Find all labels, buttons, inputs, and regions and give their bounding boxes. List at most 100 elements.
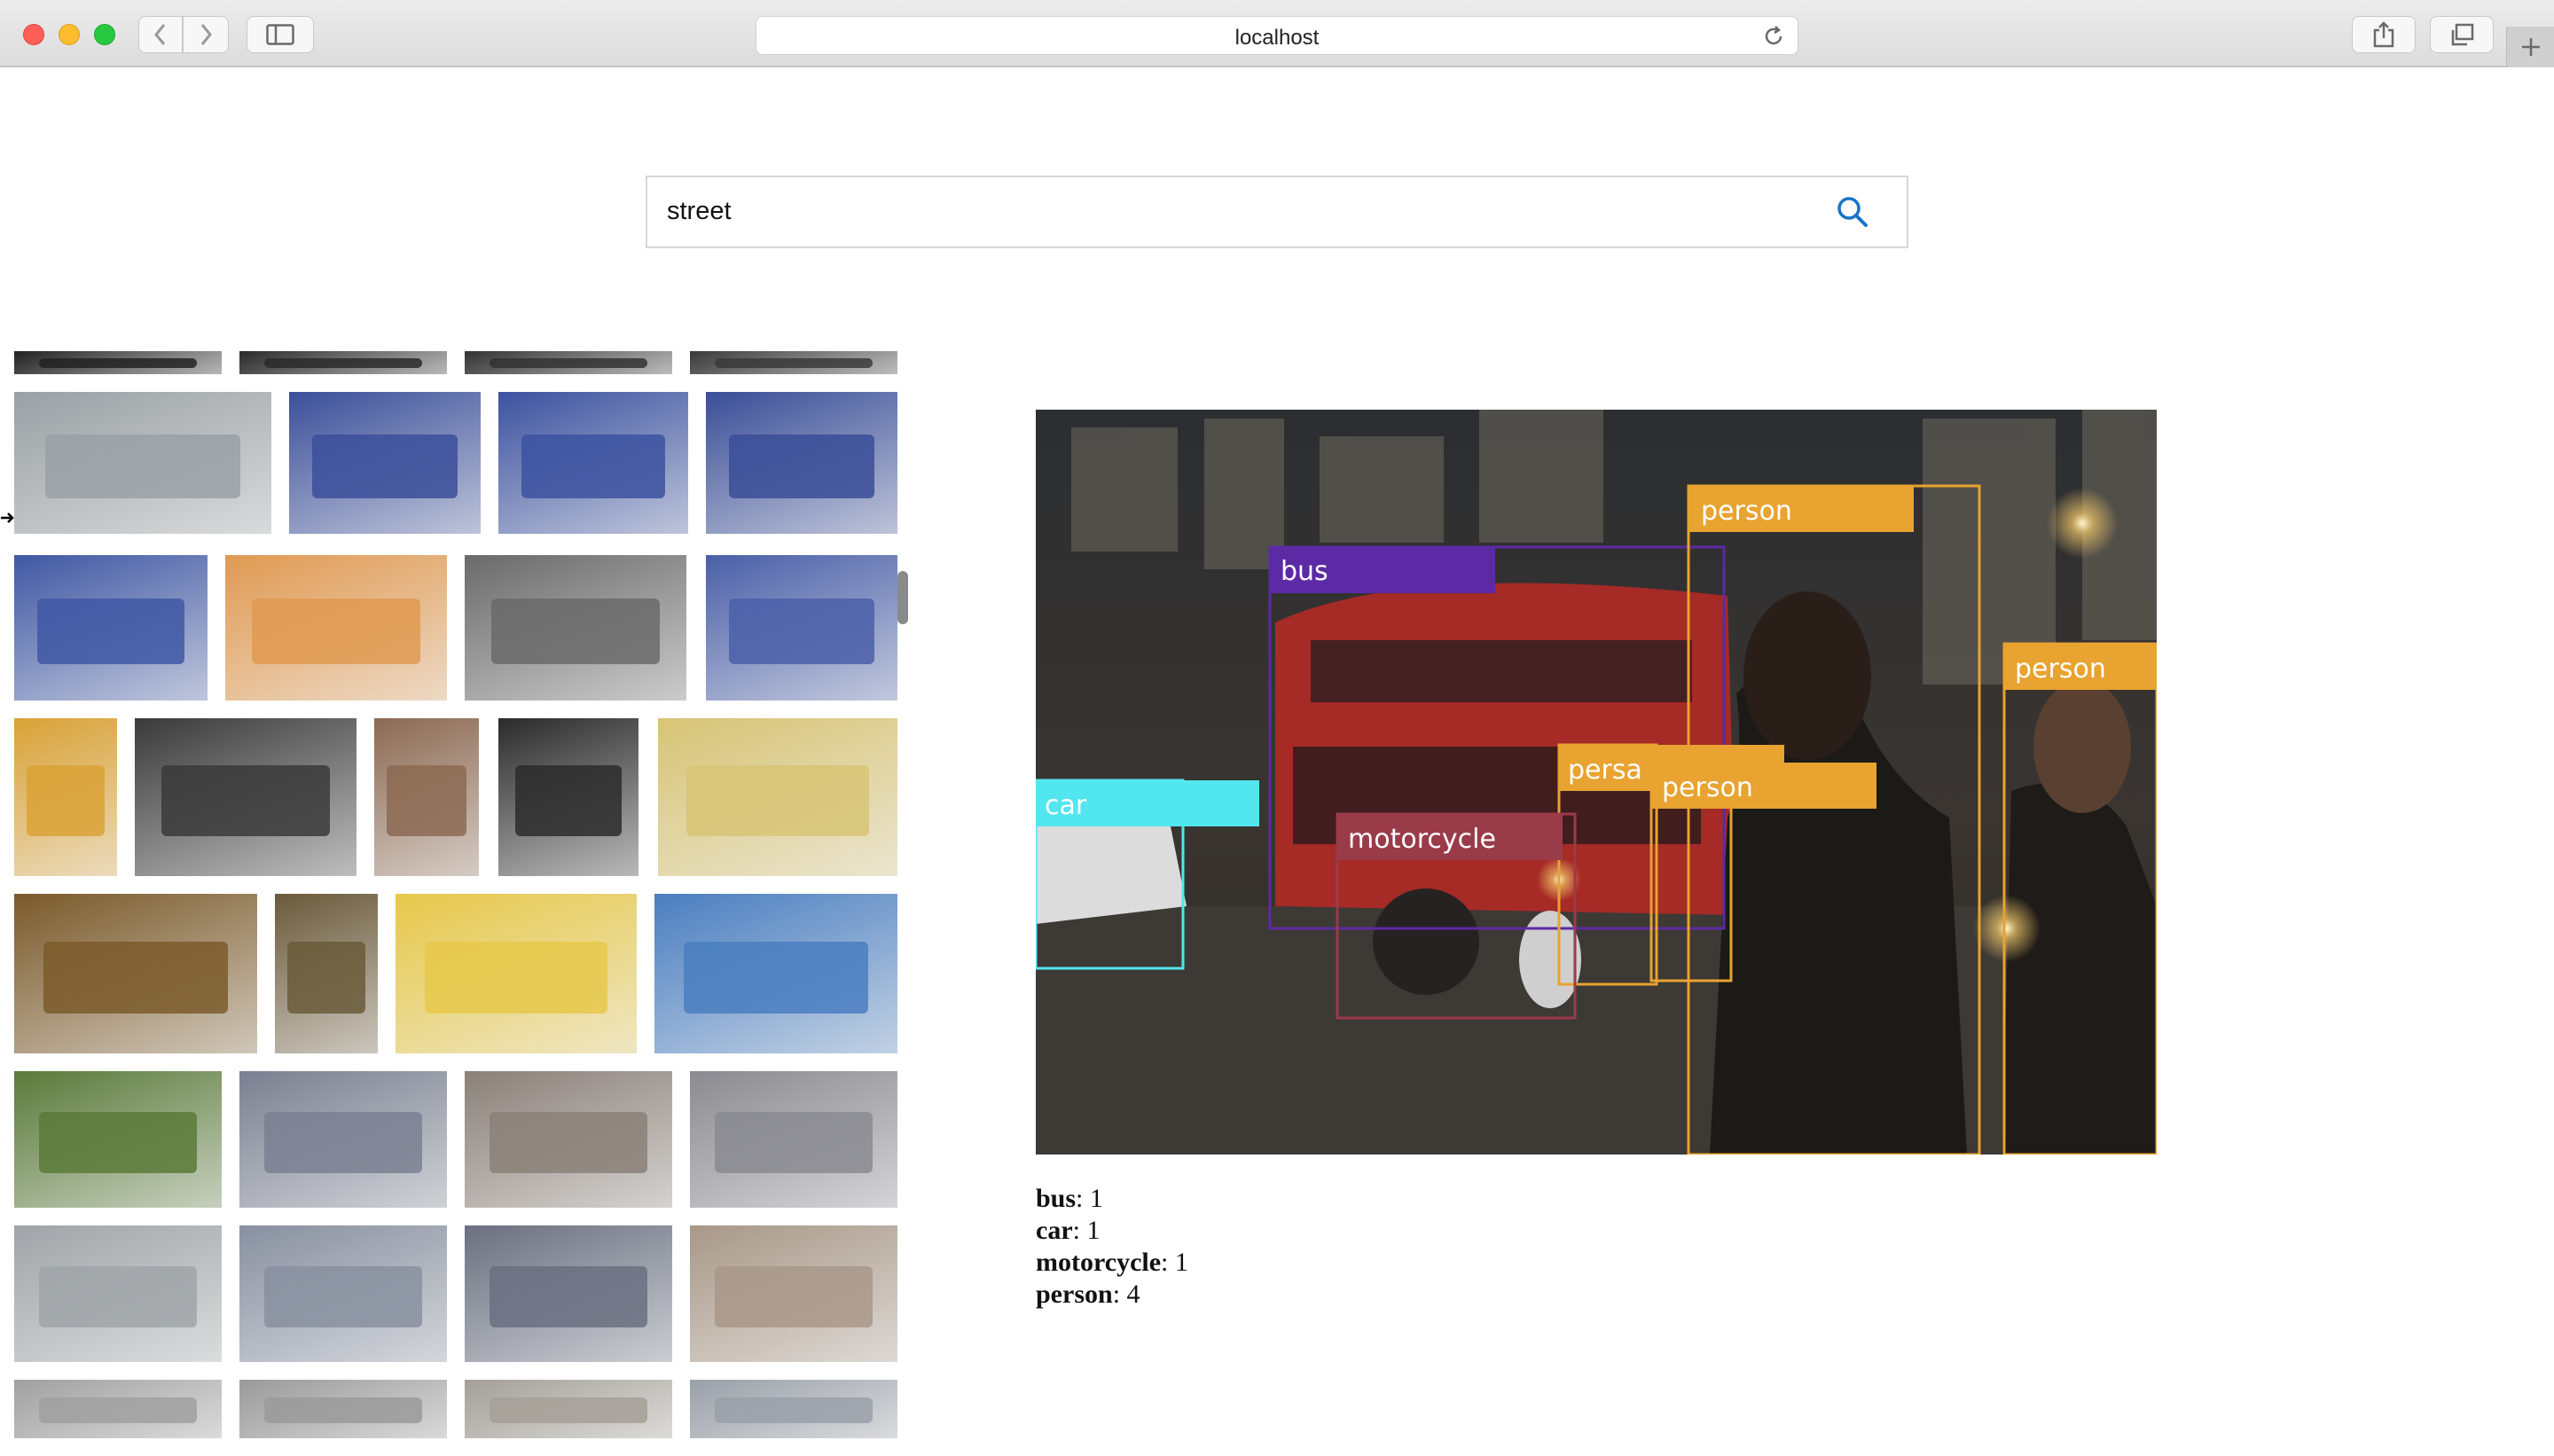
- gallery-thumbnail-cafe-interior[interactable]: [14, 894, 257, 1053]
- detection-label: motorcycle: [1348, 824, 1496, 855]
- thumbnail-subject: [44, 434, 241, 498]
- zoom-window-button[interactable]: [94, 24, 115, 45]
- gallery-thumbnail-road-sign-bus[interactable]: [14, 392, 271, 534]
- gallery-thumbnail-dark-street[interactable]: [14, 351, 222, 374]
- gallery-thumbnail-corner-building[interactable]: [374, 718, 479, 876]
- thumbnail-subject: [728, 434, 875, 498]
- gallery-thumbnail-gallery-arcade[interactable]: [275, 894, 378, 1053]
- close-window-button[interactable]: [23, 24, 44, 45]
- thumbnail-subject: [715, 1112, 873, 1174]
- count-row: car: 1: [1036, 1215, 1188, 1247]
- count-label: person: [1036, 1280, 1113, 1309]
- search-box: [646, 176, 1908, 248]
- gallery-thumbnail-bus-row[interactable]: [239, 1380, 447, 1438]
- gallery-thumbnail-bus-building[interactable]: [690, 1225, 897, 1362]
- detection-label: person: [1701, 496, 1792, 527]
- count-row: motorcycle: 1: [1036, 1247, 1188, 1279]
- person-head: [1743, 591, 1871, 760]
- thumbnail-subject: [264, 1266, 422, 1328]
- thumbnail-subject: [728, 599, 875, 664]
- detection-label: person: [1662, 772, 1753, 803]
- gallery-thumbnail-bus-row[interactable]: [690, 1380, 897, 1438]
- thumbnail-subject: [686, 765, 869, 837]
- search-input[interactable]: [667, 193, 1820, 229]
- address-bar[interactable]: localhost: [756, 16, 1798, 55]
- detection-label: car: [1045, 790, 1087, 821]
- gallery-thumbnail-double-decker[interactable]: [239, 1071, 447, 1208]
- minimize-window-button[interactable]: [59, 24, 80, 45]
- chevron-right-icon: [200, 24, 212, 45]
- thumbnail-subject: [264, 357, 422, 369]
- gallery-thumbnail-yellow-tram[interactable]: [658, 718, 897, 876]
- gallery-thumbnail-poster[interactable]: [498, 718, 638, 876]
- share-button[interactable]: [2352, 16, 2416, 53]
- scooter: [1519, 911, 1581, 1008]
- gallery-thumbnail-temple-gate[interactable]: [14, 1071, 222, 1208]
- thumbnail-subject: [39, 1112, 197, 1174]
- thumbnail-subject: [683, 942, 869, 1014]
- gallery-thumbnail-blue-bus[interactable]: [289, 392, 481, 534]
- thumbnail-subject: [311, 434, 458, 498]
- gallery-thumbnail-blue-bus[interactable]: [498, 392, 688, 534]
- count-separator: :: [1112, 1280, 1127, 1309]
- street-light: [2047, 488, 2118, 559]
- reload-icon[interactable]: [1762, 25, 1785, 48]
- thumbnail-subject: [264, 1112, 422, 1174]
- thumbnail-subject: [43, 942, 229, 1014]
- show-tabs-button[interactable]: [2430, 16, 2494, 53]
- count-value: 1: [1086, 1216, 1101, 1245]
- gallery-thumbnail-tunnel-people[interactable]: [135, 718, 356, 876]
- gallery-thumbnail-bus-row[interactable]: [14, 1380, 222, 1438]
- gallery-thumbnail-double-decker[interactable]: [239, 1225, 447, 1362]
- thumbnail-subject: [514, 765, 623, 837]
- count-label: motorcycle: [1036, 1248, 1162, 1277]
- count-row: person: 4: [1036, 1279, 1188, 1311]
- gallery-scrollbar[interactable]: [897, 571, 908, 624]
- tabs-icon: [2451, 23, 2474, 46]
- scooter: [1373, 888, 1479, 995]
- sidebar-toggle-button[interactable]: [247, 16, 314, 53]
- gallery-thumbnail-yellow-tram-window[interactable]: [396, 894, 637, 1053]
- gallery-thumbnail-mailboxes[interactable]: [225, 555, 447, 701]
- new-tab-button[interactable]: [2506, 27, 2554, 67]
- gallery-thumbnail-coach[interactable]: [465, 1071, 672, 1208]
- thumbnail-subject: [490, 357, 647, 369]
- thumbnail-subject: [491, 599, 660, 664]
- gallery-thumbnail-dark-street[interactable]: [690, 351, 897, 374]
- plus-icon: [2522, 38, 2540, 56]
- thumbnail-subject: [715, 1266, 873, 1328]
- gallery-thumbnail-dark-street[interactable]: [239, 351, 447, 374]
- gallery-thumbnail-plaza-people[interactable]: [654, 894, 897, 1053]
- sidebar-icon: [266, 24, 294, 45]
- thumbnail-subject: [521, 434, 666, 498]
- red-bus-windows: [1311, 640, 1692, 702]
- gallery-thumbnail-bus-station[interactable]: [465, 1225, 672, 1362]
- count-row: bus: 1: [1036, 1183, 1188, 1215]
- gallery-thumbnail-blue-bus[interactable]: [14, 555, 208, 701]
- forward-button[interactable]: [183, 16, 229, 53]
- gallery-thumbnail-bus-row[interactable]: [465, 1380, 672, 1438]
- count-separator: :: [1161, 1248, 1175, 1277]
- detection-counts: bus: 1 car: 1 motorcycle: 1 person: 4: [1036, 1183, 1188, 1311]
- gallery-thumbnail-dark-street[interactable]: [465, 351, 672, 374]
- thumbnail-subject: [286, 942, 366, 1014]
- image-gallery: [0, 351, 908, 1438]
- gallery-thumbnail-blue-bus[interactable]: [706, 392, 897, 534]
- gallery-thumbnail-yellow-sculpture[interactable]: [14, 718, 117, 876]
- gallery-thumbnail-bird-sculpture[interactable]: [465, 555, 686, 701]
- thumbnail-subject: [490, 1112, 647, 1174]
- gallery-thumbnail-single-bus[interactable]: [14, 1225, 222, 1362]
- detection-label: bus: [1281, 556, 1328, 587]
- chevron-left-icon: [154, 24, 166, 45]
- search-icon[interactable]: [1836, 195, 1869, 229]
- detection-result-image: bus person person persa person car motor…: [1036, 410, 2157, 1155]
- gallery-thumbnail-double-decker[interactable]: [690, 1071, 897, 1208]
- gallery-thumbnail-blue-bus[interactable]: [706, 555, 897, 701]
- thumbnail-subject: [39, 1266, 197, 1328]
- thumbnail-subject: [39, 1397, 197, 1424]
- count-separator: :: [1072, 1216, 1087, 1245]
- thumbnail-subject: [424, 942, 608, 1014]
- back-button[interactable]: [138, 16, 183, 53]
- thumbnail-subject: [252, 599, 420, 664]
- person-right-head: [2033, 680, 2131, 813]
